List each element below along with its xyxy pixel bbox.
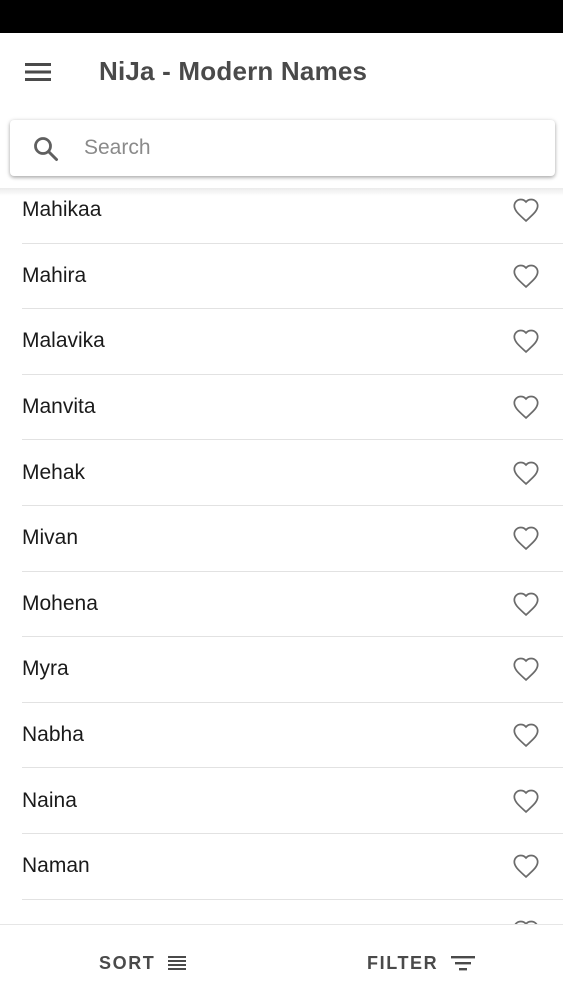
- favorite-button[interactable]: [508, 717, 544, 753]
- favorite-button[interactable]: [508, 520, 544, 556]
- name-label: Mivan: [22, 526, 79, 550]
- favorite-button[interactable]: [508, 389, 544, 425]
- name-list-item[interactable]: Naman: [22, 834, 563, 900]
- heart-outline-icon: [513, 198, 539, 223]
- name-label: Mohena: [22, 591, 98, 615]
- name-list-item[interactable]: Mivan: [22, 506, 563, 572]
- name-label: Manvita: [22, 395, 96, 419]
- search-icon: [34, 137, 58, 161]
- menu-icon: [25, 63, 51, 81]
- name-list-item[interactable]: Mahira: [22, 244, 563, 310]
- search-bar[interactable]: [10, 120, 555, 176]
- heart-outline-icon: [513, 330, 539, 354]
- favorite-button[interactable]: [508, 258, 544, 294]
- heart-outline-icon: [513, 461, 539, 485]
- sort-button[interactable]: SORT: [99, 945, 187, 981]
- filter-label: FILTER: [367, 952, 439, 973]
- name-label: Myra: [22, 657, 69, 681]
- sort-label: SORT: [99, 952, 156, 973]
- filter-button[interactable]: FILTER: [367, 945, 476, 981]
- name-label: Naina: [22, 788, 77, 812]
- name-list-item[interactable]: Myra: [22, 637, 563, 703]
- name-list-item[interactable]: Naina: [22, 768, 563, 834]
- favorite-button[interactable]: [508, 586, 544, 622]
- name-list-item[interactable]: [22, 900, 563, 924]
- name-label: Malavika: [22, 329, 105, 353]
- heart-outline-icon: [513, 526, 539, 551]
- name-list-item[interactable]: Nabha: [22, 703, 563, 769]
- name-label: Mehak: [22, 460, 86, 484]
- heart-outline-icon: [513, 723, 539, 748]
- names-list[interactable]: Mahikaa Mahira Malavika Manvita Mehak Mivan Mo…: [0, 188, 563, 924]
- favorite-button[interactable]: [508, 651, 544, 687]
- name-list-item[interactable]: Manvita: [22, 375, 563, 441]
- name-list-item[interactable]: Malavika: [22, 309, 563, 375]
- name-label: Nabha: [22, 723, 84, 747]
- favorite-button[interactable]: [508, 192, 544, 228]
- favorite-button[interactable]: [508, 455, 544, 491]
- name-label: Mahikaa: [22, 198, 102, 222]
- app-title: NiJa - Modern Names: [99, 56, 368, 86]
- heart-outline-icon: [513, 658, 539, 682]
- status-bar: [0, 0, 563, 33]
- app-bar: NiJa - Modern Names: [0, 33, 563, 111]
- sort-lines-icon: [168, 956, 187, 970]
- heart-outline-icon: [513, 592, 539, 616]
- filter-icon: [451, 956, 476, 971]
- name-list-item[interactable]: Mahikaa: [22, 188, 563, 244]
- favorite-button[interactable]: [508, 914, 544, 924]
- menu-button[interactable]: [14, 48, 62, 96]
- name-list-item[interactable]: Mohena: [22, 572, 563, 638]
- heart-outline-icon: [513, 264, 539, 288]
- favorite-button[interactable]: [508, 783, 544, 819]
- favorite-button[interactable]: [508, 323, 544, 359]
- favorite-button[interactable]: [508, 848, 544, 884]
- heart-outline-icon: [513, 854, 539, 879]
- name-label: Naman: [22, 854, 90, 878]
- heart-outline-icon: [513, 395, 539, 420]
- bottom-bar: SORT FILTER: [0, 924, 563, 1000]
- name-list-item[interactable]: Mehak: [22, 440, 563, 506]
- heart-outline-icon: [513, 789, 539, 813]
- name-label: Mahira: [22, 263, 87, 287]
- search-input[interactable]: [84, 130, 524, 166]
